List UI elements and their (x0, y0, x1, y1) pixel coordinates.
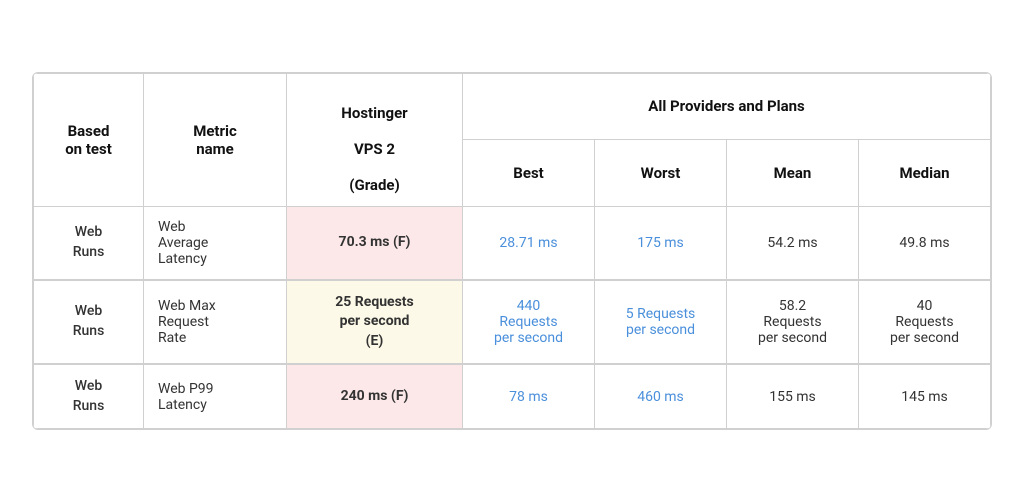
cell-worst[interactable]: 175 ms (595, 206, 727, 280)
cell-mean: 155 ms (727, 364, 859, 429)
cell-based-on-test[interactable]: Web Runs (34, 280, 144, 365)
comparison-table: Based on test Metric name Hostinger VPS … (32, 72, 992, 431)
cell-hostinger-value: 240 ms (F) (287, 364, 463, 429)
th-all-providers: All Providers and Plans (463, 73, 991, 140)
th-median: Median (859, 140, 991, 207)
th-worst: Worst (595, 140, 727, 207)
cell-worst[interactable]: 5 Requests per second (595, 280, 727, 365)
th-hostinger: Hostinger VPS 2 (Grade) (287, 73, 463, 206)
th-mean: Mean (727, 140, 859, 207)
th-best: Best (463, 140, 595, 207)
cell-mean: 58.2 Requests per second (727, 280, 859, 365)
cell-worst[interactable]: 460 ms (595, 364, 727, 429)
cell-best[interactable]: 78 ms (463, 364, 595, 429)
table-row: Web RunsWeb Max Request Rate25 Requests … (34, 280, 991, 365)
table-row: Web RunsWeb Average Latency70.3 ms (F)28… (34, 206, 991, 280)
th-based-on-test: Based on test (34, 73, 144, 206)
cell-best[interactable]: 28.71 ms (463, 206, 595, 280)
cell-median: 49.8 ms (859, 206, 991, 280)
cell-median: 145 ms (859, 364, 991, 429)
th-metric-name: Metric name (144, 73, 287, 206)
cell-based-on-test[interactable]: Web Runs (34, 206, 144, 280)
cell-hostinger-value: 70.3 ms (F) (287, 206, 463, 280)
cell-mean: 54.2 ms (727, 206, 859, 280)
cell-metric-name: Web Average Latency (144, 206, 287, 280)
cell-median: 40 Requests per second (859, 280, 991, 365)
cell-best[interactable]: 440 Requests per second (463, 280, 595, 365)
table-row: Web RunsWeb P99 Latency240 ms (F)78 ms46… (34, 364, 991, 429)
table-header-row-1: Based on test Metric name Hostinger VPS … (34, 73, 991, 140)
cell-hostinger-value: 25 Requests per second (E) (287, 280, 463, 365)
cell-based-on-test[interactable]: Web Runs (34, 364, 144, 429)
cell-metric-name: Web P99 Latency (144, 364, 287, 429)
cell-metric-name: Web Max Request Rate (144, 280, 287, 365)
